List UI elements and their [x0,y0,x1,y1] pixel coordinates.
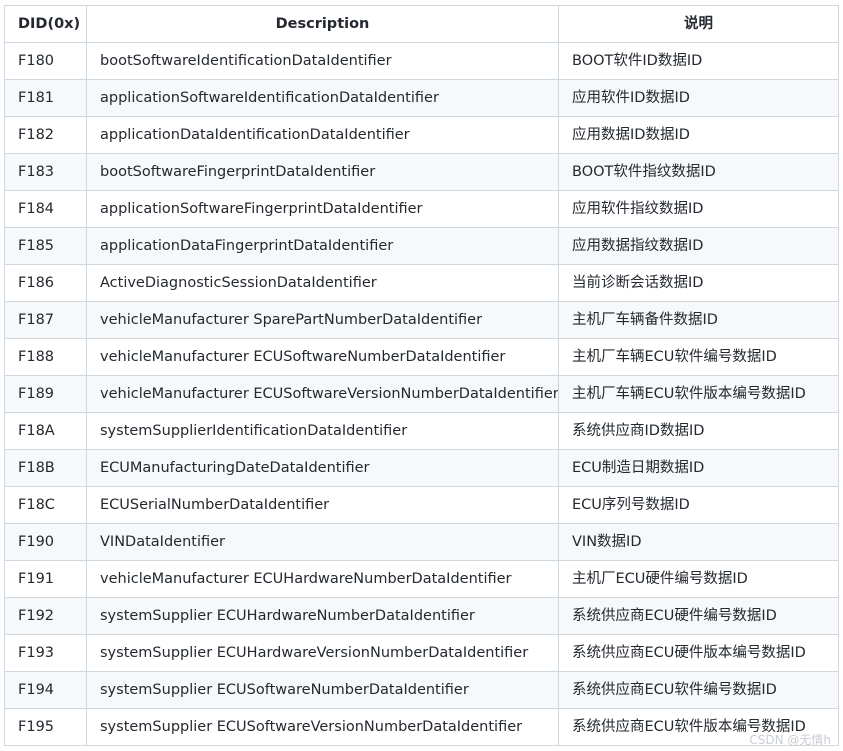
header-row: DID(0x) Description 说明 [4,5,839,43]
description-cell: bootSoftwareFingerprintDataIdentifier [86,153,559,191]
did-cell: F195 [4,708,87,746]
explanation-cell: 主机厂车辆ECU软件版本编号数据ID [558,375,839,413]
table-body: F180 bootSoftwareIdentificationDataIdenti… [4,42,839,746]
did-cell: F18C [4,486,87,524]
explanation-cell: 系统供应商ECU软件版本编号数据ID [558,708,839,746]
did-cell: F192 [4,597,87,635]
did-cell: F194 [4,671,87,709]
description-cell: systemSupplier ECUHardwareVersionNumberD… [86,634,559,672]
explanation-cell: 应用软件ID数据ID [558,79,839,117]
description-cell: systemSupplier ECUHardwareNumberDataIden… [86,597,559,635]
table-row: F180 bootSoftwareIdentificationDataIdenti… [4,42,839,80]
did-cell: F191 [4,560,87,598]
description-cell: systemSupplierIdentificationDataIdentifi… [86,412,559,450]
explanation-cell: 主机厂车辆ECU软件编号数据ID [558,338,839,376]
explanation-cell: 主机厂ECU硬件编号数据ID [558,560,839,598]
table-row: F193 systemSupplier ECUHardwareVersionNum… [4,634,839,672]
explanation-cell: 应用数据ID数据ID [558,116,839,154]
description-cell: applicationDataIdentificationDataIdentif… [86,116,559,154]
explanation-cell: 系统供应商ECU硬件版本编号数据ID [558,634,839,672]
did-cell: F18A [4,412,87,450]
table-row: F184 applicationSoftwareFingerprintDataId… [4,190,839,228]
table-row: F185 applicationDataFingerprintDataIdenti… [4,227,839,265]
explanation-cell: BOOT软件指纹数据ID [558,153,839,191]
description-cell: systemSupplier ECUSoftwareNumberDataIden… [86,671,559,709]
explanation-cell: BOOT软件ID数据ID [558,42,839,80]
did-cell: F183 [4,153,87,191]
explanation-cell: 系统供应商ECU硬件编号数据ID [558,597,839,635]
header-did: DID(0x) [4,5,87,43]
table-row: F192 systemSupplier ECUHardwareNumberData… [4,597,839,635]
table-row: F186 ActiveDiagnosticSessionDataIdentifie… [4,264,839,302]
table-row: F18A systemSupplierIdentificationDataIden… [4,412,839,450]
description-cell: vehicleManufacturer ECUSoftwareVersionNu… [86,375,559,413]
description-cell: vehicleManufacturer ECUHardwareNumberDat… [86,560,559,598]
did-cell: F189 [4,375,87,413]
table-row: F191 vehicleManufacturer ECUHardwareNumbe… [4,560,839,598]
description-cell: ECUSerialNumberDataIdentifier [86,486,559,524]
did-cell: F182 [4,116,87,154]
did-cell: F185 [4,227,87,265]
did-cell: F188 [4,338,87,376]
description-cell: bootSoftwareIdentificationDataIdentifier [86,42,559,80]
explanation-cell: 系统供应商ID数据ID [558,412,839,450]
table-row: F194 systemSupplier ECUSoftwareNumberData… [4,671,839,709]
description-cell: applicationSoftwareFingerprintDataIdenti… [86,190,559,228]
explanation-cell: ECU序列号数据ID [558,486,839,524]
explanation-cell: ECU制造日期数据ID [558,449,839,487]
table-row: F182 applicationDataIdentificationDataIde… [4,116,839,154]
description-cell: vehicleManufacturer SparePartNumberDataI… [86,301,559,339]
explanation-cell: 应用数据指纹数据ID [558,227,839,265]
description-cell: ActiveDiagnosticSessionDataIdentifier [86,264,559,302]
table-row: F188 vehicleManufacturer ECUSoftwareNumbe… [4,338,839,376]
table-row: F181 applicationSoftwareIdentificationDat… [4,79,839,117]
explanation-cell: VIN数据ID [558,523,839,561]
description-cell: vehicleManufacturer ECUSoftwareNumberDat… [86,338,559,376]
description-cell: systemSupplier ECUSoftwareVersionNumberD… [86,708,559,746]
table-row: F189 vehicleManufacturer ECUSoftwareVersi… [4,375,839,413]
table-row: F183 bootSoftwareFingerprintDataIdentifie… [4,153,839,191]
table-row: F18C ECUSerialNumberDataIdentifier ECU序列号数… [4,486,839,524]
did-cell: F181 [4,79,87,117]
did-cell: F184 [4,190,87,228]
did-cell: F187 [4,301,87,339]
did-cell: F190 [4,523,87,561]
description-cell: applicationDataFingerprintDataIdentifier [86,227,559,265]
description-cell: ECUManufacturingDateDataIdentifier [86,449,559,487]
did-cell: F180 [4,42,87,80]
description-cell: applicationSoftwareIdentificationDataIde… [86,79,559,117]
table-row: F18B ECUManufacturingDateDataIdentifier EC… [4,449,839,487]
did-table: DID(0x) Description 说明 F180 bootSoftwareI… [4,5,839,746]
description-cell: VINDataIdentifier [86,523,559,561]
explanation-cell: 应用软件指纹数据ID [558,190,839,228]
did-cell: F186 [4,264,87,302]
header-description: Description [86,5,559,43]
did-cell: F18B [4,449,87,487]
did-cell: F193 [4,634,87,672]
header-explanation: 说明 [558,5,839,43]
explanation-cell: 当前诊断会话数据ID [558,264,839,302]
table-row: F190 VINDataIdentifier VIN数据ID [4,523,839,561]
explanation-cell: 系统供应商ECU软件编号数据ID [558,671,839,709]
table-row: F195 systemSupplier ECUSoftwareVersionNum… [4,708,839,746]
table-row: F187 vehicleManufacturer SparePartNumberD… [4,301,839,339]
table-header: DID(0x) Description 说明 [4,5,839,43]
explanation-cell: 主机厂车辆备件数据ID [558,301,839,339]
